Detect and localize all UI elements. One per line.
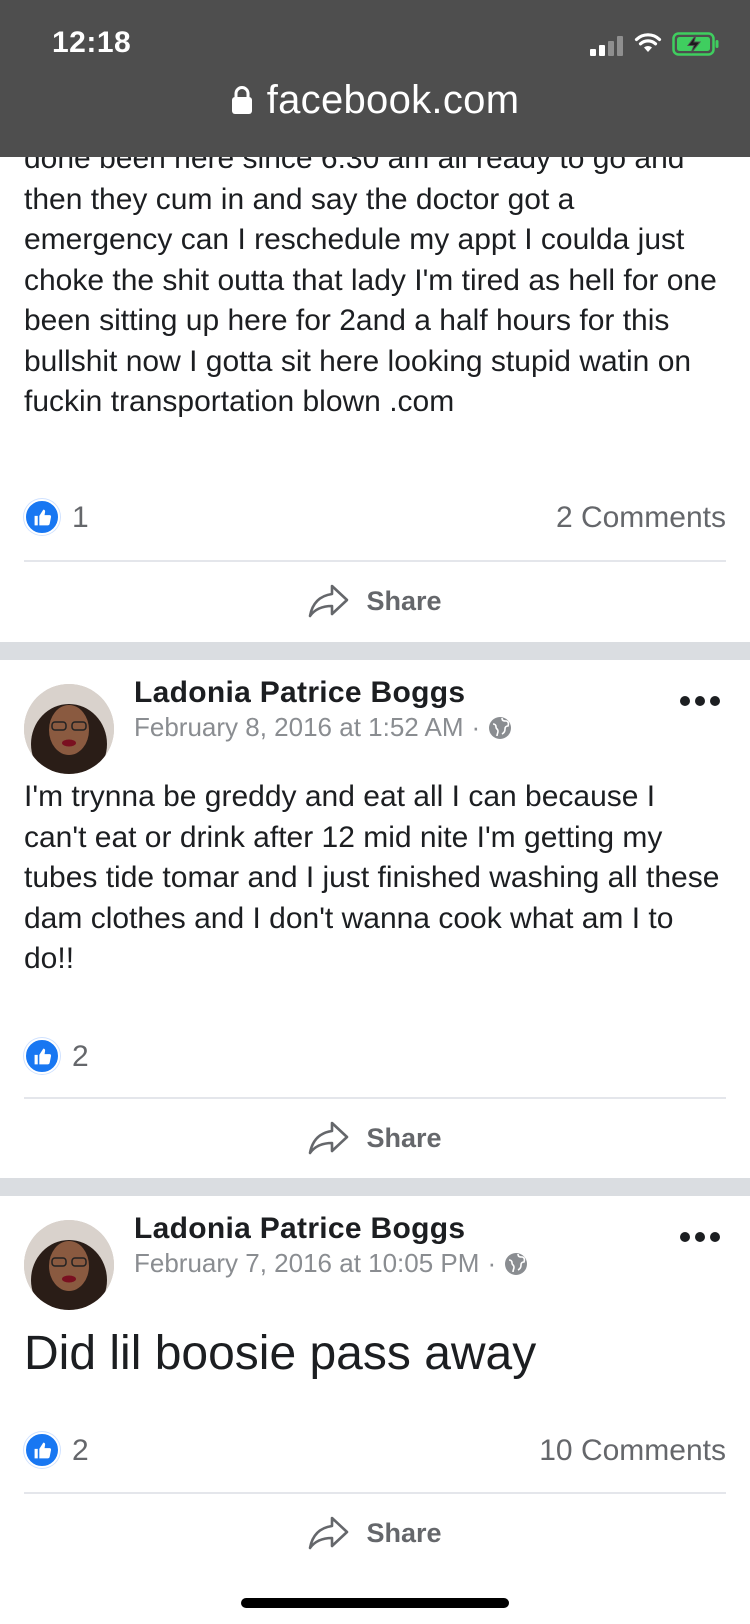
comments-count[interactable]: 10 Comments	[539, 1434, 726, 1468]
browser-top-bar: 12:18 facebook.com	[0, 0, 750, 157]
status-time: 12:18	[52, 26, 132, 59]
more-options-icon[interactable]	[680, 1232, 720, 1244]
url-text: facebook.com	[266, 77, 520, 122]
like-icon	[24, 1038, 60, 1074]
globe-icon	[489, 716, 512, 739]
share-label: Share	[366, 1122, 442, 1153]
post-separator	[0, 1178, 750, 1196]
post-meta: February 8, 2016 at 1:52 AM ·	[134, 712, 512, 743]
cellular-signal-icon	[590, 34, 626, 56]
post-separator	[0, 642, 750, 660]
like-count: 2	[72, 1434, 89, 1467]
avatar[interactable]	[24, 684, 114, 774]
like-icon	[24, 1432, 60, 1468]
share-button[interactable]: Share	[0, 1108, 750, 1168]
post-3-text: Did lil boosie pass away	[24, 1327, 537, 1380]
post-2: Ladonia Patrice Boggs February 8, 2016 a…	[0, 660, 750, 1178]
like-icon	[24, 499, 60, 535]
battery-charging-icon	[672, 32, 719, 56]
post-date[interactable]: February 7, 2016 at 10:05 PM	[134, 1248, 479, 1279]
divider	[24, 1097, 726, 1099]
divider	[24, 560, 726, 562]
comments-count[interactable]: 2 Comments	[556, 501, 726, 535]
share-icon	[309, 584, 349, 618]
avatar[interactable]	[24, 1220, 114, 1310]
like-count: 1	[72, 501, 89, 534]
home-indicator[interactable]	[241, 1598, 509, 1608]
like-count: 2	[72, 1040, 89, 1073]
share-label: Share	[366, 1517, 442, 1548]
post-2-reactions[interactable]: 2	[24, 1036, 726, 1080]
post-meta: February 7, 2016 at 10:05 PM ·	[134, 1248, 528, 1279]
share-icon	[309, 1516, 349, 1550]
meta-separator: ·	[487, 1248, 497, 1278]
share-button[interactable]: Share	[0, 571, 750, 631]
post-3: Ladonia Patrice Boggs February 7, 2016 a…	[0, 1196, 750, 1624]
globe-icon	[505, 1252, 528, 1275]
post-author[interactable]: Ladonia Patrice Boggs	[134, 1212, 465, 1246]
divider	[24, 1492, 726, 1494]
wifi-icon	[634, 33, 662, 52]
lock-icon	[231, 86, 252, 114]
post-date[interactable]: February 8, 2016 at 1:52 AM	[134, 712, 464, 743]
post-author[interactable]: Ladonia Patrice Boggs	[134, 676, 465, 710]
meta-separator: ·	[471, 712, 481, 742]
share-label: Share	[366, 585, 442, 616]
share-icon	[309, 1121, 349, 1155]
post-2-text: I'm trynna be greddy and eat all I can b…	[24, 780, 720, 975]
more-options-icon[interactable]	[680, 696, 720, 708]
share-button[interactable]: Share	[0, 1503, 750, 1563]
address-bar[interactable]: facebook.com	[0, 70, 750, 130]
post-3-reactions[interactable]: 2 10 Comments	[24, 1430, 726, 1474]
post-1-reactions[interactable]: 1 2 Comments	[24, 497, 726, 541]
post-1-text: done been here since 6:30 am all ready t…	[24, 142, 717, 418]
